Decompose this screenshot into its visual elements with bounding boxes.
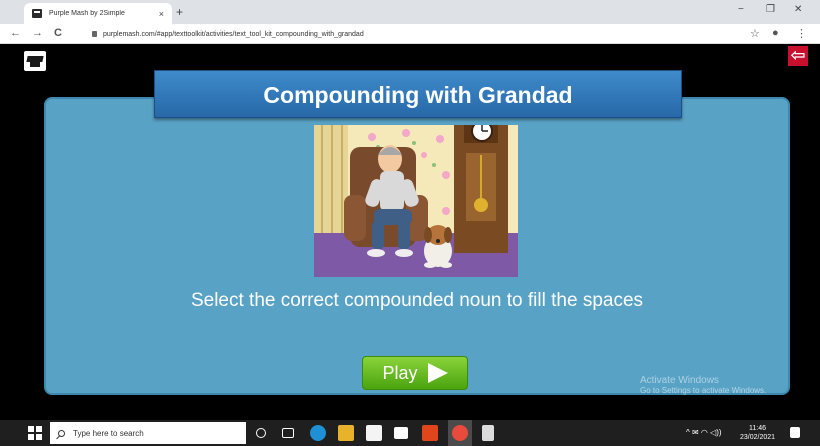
play-arrow-icon xyxy=(427,363,448,383)
watermark-subtitle: Go to Settings to activate Windows. xyxy=(640,386,767,395)
reload-icon[interactable]: C xyxy=(54,27,62,39)
mail-icon[interactable] xyxy=(394,427,408,439)
store-icon[interactable] xyxy=(366,425,382,441)
address-bar-row: ← → C purplemash.com/#app/texttoolkit/ac… xyxy=(0,24,820,44)
notepad-icon[interactable] xyxy=(482,425,494,441)
office-icon[interactable] xyxy=(422,425,438,441)
task-view-icon[interactable] xyxy=(282,428,294,438)
play-button[interactable]: Play xyxy=(362,356,468,390)
activity-title-banner: Compounding with Grandad xyxy=(154,70,682,118)
tab-title: Purple Mash by 2Simple xyxy=(49,10,125,17)
graduation-cap-icon[interactable] xyxy=(24,51,46,71)
chrome-icon[interactable] xyxy=(452,425,468,441)
windows-start-icon[interactable] xyxy=(28,426,42,440)
search-placeholder: Type here to search xyxy=(73,428,144,438)
watermark-title: Activate Windows xyxy=(640,375,719,386)
new-tab-button[interactable]: + xyxy=(176,5,183,19)
grandad-scene-svg xyxy=(314,125,518,277)
url-field[interactable]: purplemash.com/#app/texttoolkit/activiti… xyxy=(86,27,736,41)
system-tray-icons[interactable]: ^ ✉ ◠ ◁)) xyxy=(686,428,722,437)
grandad-illustration xyxy=(314,125,518,277)
purplemash-favicon-icon xyxy=(32,9,42,18)
account-icon[interactable]: ● xyxy=(772,27,779,39)
restore-button[interactable]: ❐ xyxy=(766,4,775,15)
file-explorer-icon[interactable] xyxy=(338,425,354,441)
windows-taskbar: Type here to search ^ ✉ ◠ ◁)) 11:46 23/0… xyxy=(0,420,820,446)
back-icon[interactable]: ← xyxy=(10,27,21,39)
notifications-icon[interactable] xyxy=(790,427,800,438)
bookmark-star-icon[interactable]: ☆ xyxy=(750,27,760,40)
activate-windows-watermark: Activate Windows Go to Settings to activ… xyxy=(640,376,766,396)
play-label: Play xyxy=(382,362,418,383)
url-text: purplemash.com/#app/texttoolkit/activiti… xyxy=(103,30,364,38)
forward-icon[interactable]: → xyxy=(32,27,43,39)
edge-browser-icon[interactable] xyxy=(310,425,326,441)
instruction-text: Select the correct compounded noun to fi… xyxy=(190,290,644,311)
browser-tab-strip: Purple Mash by 2Simple × + − ❐ ✕ xyxy=(0,0,820,24)
lock-icon xyxy=(92,31,97,37)
taskbar-clock[interactable]: 11:46 23/02/2021 xyxy=(740,424,775,442)
browser-tab[interactable]: Purple Mash by 2Simple × xyxy=(24,3,172,24)
exit-back-button[interactable]: ⇦ xyxy=(788,46,808,66)
tab-close-icon[interactable]: × xyxy=(159,9,164,19)
clock-date: 23/02/2021 xyxy=(740,434,776,441)
clock-time: 11:46 xyxy=(749,425,767,432)
activity-app: ⇦ Compounding with Grandad Select the co… xyxy=(0,44,820,420)
minimize-button[interactable]: − xyxy=(738,4,744,15)
search-icon xyxy=(58,429,65,437)
cortana-icon[interactable] xyxy=(256,428,266,438)
window-close-button[interactable]: ✕ xyxy=(794,4,802,15)
browser-menu-icon[interactable]: ⋮ xyxy=(796,27,807,40)
taskbar-search-box[interactable]: Type here to search xyxy=(50,422,246,444)
